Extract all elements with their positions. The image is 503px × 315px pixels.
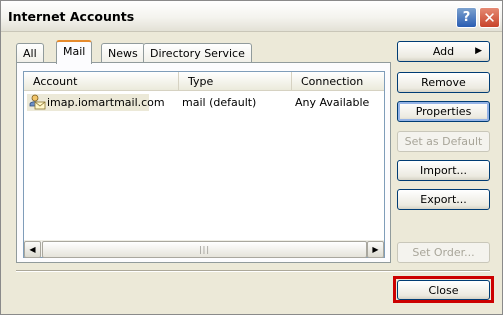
scroll-left-button[interactable]: ◀ <box>24 241 41 258</box>
scroll-thumb[interactable]: ||| <box>42 241 367 258</box>
accounts-list[interactable]: Account Type Connection imap.iomartmail.… <box>23 71 385 258</box>
set-order-button[interactable]: Set Order... <box>397 242 490 263</box>
add-button[interactable]: Add ▶ <box>397 41 490 62</box>
mail-account-icon <box>29 94 46 110</box>
column-header-account[interactable]: Account <box>24 72 179 91</box>
column-header-type[interactable]: Type <box>179 72 292 91</box>
column-header-connection[interactable]: Connection <box>292 72 384 91</box>
grip-icon: ||| <box>198 245 211 254</box>
remove-button[interactable]: Remove <box>397 72 490 93</box>
help-icon: ? <box>462 10 471 25</box>
scroll-right-button[interactable]: ▶ <box>367 241 384 258</box>
close-button[interactable]: Close <box>397 280 490 300</box>
title-bar[interactable]: Internet Accounts ? ✕ <box>1 1 502 32</box>
tab-all[interactable]: All <box>16 43 44 63</box>
properties-button[interactable]: Properties <box>397 101 490 122</box>
submenu-arrow-icon: ▶ <box>475 46 482 56</box>
internet-accounts-dialog: Internet Accounts ? ✕ All Mail News Dire… <box>0 0 503 315</box>
separator <box>16 270 490 272</box>
list-item[interactable]: imap.iomartmail.com mail (default) Any A… <box>24 94 384 111</box>
account-connection: Any Available <box>295 96 370 109</box>
list-header: Account Type Connection <box>24 72 384 91</box>
horizontal-scrollbar[interactable]: ◀ ||| ▶ <box>24 240 384 258</box>
tab-mail[interactable]: Mail <box>56 40 93 64</box>
set-as-default-button[interactable]: Set as Default <box>397 131 490 152</box>
account-cell[interactable]: imap.iomartmail.com <box>27 94 165 111</box>
window-title: Internet Accounts <box>8 9 135 24</box>
import-button[interactable]: Import... <box>397 160 490 181</box>
close-icon: ✕ <box>483 8 496 27</box>
title-close-button[interactable]: ✕ <box>479 7 500 28</box>
export-button[interactable]: Export... <box>397 189 490 210</box>
tab-news[interactable]: News <box>101 43 145 63</box>
tab-panel-mail: Account Type Connection imap.iomartmail.… <box>16 62 391 263</box>
add-label: Add <box>432 45 455 58</box>
arrow-right-icon: ▶ <box>372 245 379 254</box>
arrow-left-icon: ◀ <box>29 245 36 254</box>
account-type: mail (default) <box>182 96 257 109</box>
tab-directory-service[interactable]: Directory Service <box>143 43 252 63</box>
help-button[interactable]: ? <box>456 7 477 28</box>
account-name: imap.iomartmail.com <box>47 96 165 109</box>
